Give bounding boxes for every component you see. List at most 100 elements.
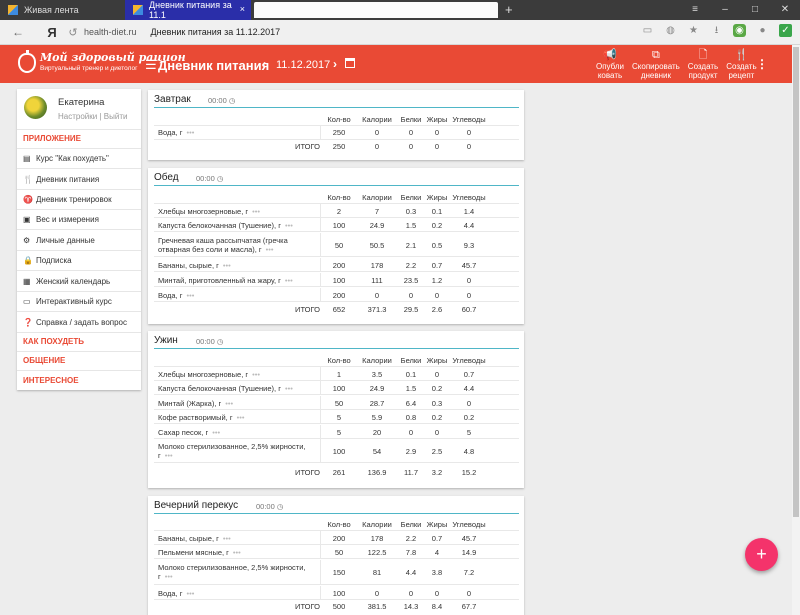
create-recipe-button[interactable]: 🍴 Создать рецепт — [726, 49, 756, 80]
calendar-icon[interactable] — [345, 58, 355, 68]
food-name[interactable]: Вода, г ••• — [158, 128, 318, 137]
cell-qty[interactable]: 200 — [322, 291, 356, 300]
cell-qty[interactable]: 100 — [322, 221, 356, 230]
sidebar-item-weight[interactable]: ▣ Вес и измерения — [23, 215, 99, 224]
sidebar-item-help[interactable]: ❓ Справка / задать вопрос — [23, 318, 127, 327]
food-name[interactable]: Капуста белокочанная (Тушение), г ••• — [158, 384, 318, 393]
page-scrollbar[interactable] — [792, 45, 800, 615]
table-row[interactable]: Сахар песок, г ••• 5 20 0 0 5 — [154, 425, 519, 439]
section-communication[interactable]: ОБЩЕНИЕ — [23, 356, 65, 365]
table-row[interactable]: Пельмени мясные, г ••• 50 122.5 7.8 4 14.9 — [154, 545, 519, 559]
food-name[interactable]: Молоко стерилизованное, 2,5% жирности, г… — [158, 442, 318, 460]
table-row[interactable]: Капуста белокочанная (Тушение), г ••• 100 2… — [154, 218, 519, 232]
extension-avatar-icon[interactable]: ● — [756, 24, 769, 37]
more-dots-icon[interactable]: ••• — [186, 291, 194, 300]
more-dots-icon[interactable]: ••• — [285, 276, 293, 285]
table-row[interactable]: Молоко стерилизованное, 2,5% жирности, г… — [154, 560, 519, 585]
reader-icon[interactable]: ▭ — [641, 24, 654, 37]
add-fab-button[interactable]: + — [745, 538, 778, 571]
cell-qty[interactable]: 50 — [322, 241, 356, 250]
more-dots-icon[interactable]: ••• — [165, 572, 173, 581]
food-name[interactable]: Минтай, приготовленный на жару, г ••• — [158, 276, 318, 285]
bookmark-star-icon[interactable]: ★ — [687, 24, 700, 37]
meal-title[interactable]: Завтрак — [154, 94, 191, 105]
sidebar-item-personal-data[interactable]: ⚙ Личные данные — [23, 236, 95, 245]
sidebar-item-calendar[interactable]: ▦ Женский календарь — [23, 277, 110, 286]
table-row[interactable]: Вода, г ••• 250 0 0 0 0 — [154, 125, 519, 140]
table-row[interactable]: Вода, г ••• 200 0 0 0 0 — [154, 288, 519, 302]
yandex-logo-icon[interactable]: Я — [40, 25, 64, 40]
table-row[interactable]: Гречневая каша рассыпчатая (гречка отварн… — [154, 233, 519, 257]
food-name[interactable]: Сахар песок, г ••• — [158, 428, 318, 437]
cell-qty[interactable]: 150 — [322, 568, 356, 577]
meal-time[interactable]: 00:00 ◷ — [208, 96, 235, 105]
section-lose-weight[interactable]: КАК ПОХУДЕТЬ — [23, 337, 84, 346]
sidebar-item-course[interactable]: ▤ Курс "Как похудеть" — [23, 154, 109, 163]
more-dots-icon[interactable]: ••• — [212, 428, 220, 437]
table-row[interactable]: Вода, г ••• 100 0 0 0 0 — [154, 586, 519, 600]
cell-qty[interactable]: 100 — [322, 447, 356, 456]
more-dots-icon[interactable]: ••• — [225, 399, 233, 408]
cell-qty[interactable]: 1 — [322, 370, 356, 379]
cell-qty[interactable]: 250 — [322, 128, 356, 137]
download-icon[interactable]: ⭳ — [710, 24, 723, 37]
food-name[interactable]: Пельмени мясные, г ••• — [158, 548, 318, 557]
meal-title[interactable]: Ужин — [154, 335, 178, 346]
cell-qty[interactable]: 100 — [322, 276, 356, 285]
more-dots-icon[interactable]: ••• — [237, 413, 245, 422]
meal-time[interactable]: 00:00 ◷ — [196, 174, 223, 183]
meal-time[interactable]: 00:00 ◷ — [196, 337, 223, 346]
extension-icon[interactable]: ◉ — [733, 24, 746, 37]
menu-icon[interactable]: ≡ — [680, 0, 710, 20]
more-vertical-icon[interactable]: ⋮ — [756, 57, 768, 71]
cell-qty[interactable]: 5 — [322, 428, 356, 437]
close-tab-icon[interactable]: × — [240, 4, 245, 14]
previous-day-icon[interactable]: ‹ — [262, 57, 266, 71]
more-dots-icon[interactable]: ••• — [285, 384, 293, 393]
sidebar-item-food-diary[interactable]: 🍴 Дневник питания — [23, 175, 99, 184]
more-dots-icon[interactable]: ••• — [186, 128, 194, 137]
meal-time[interactable]: 00:00 ◷ — [256, 502, 283, 511]
food-name[interactable]: Вода, г ••• — [158, 291, 318, 300]
cell-qty[interactable]: 50 — [322, 548, 356, 557]
food-name[interactable]: Бананы, сырые, г ••• — [158, 534, 318, 543]
table-row[interactable]: Минтай (Жарка), г ••• 50 28.7 6.4 0.3 0 — [154, 396, 519, 410]
maximize-icon[interactable]: □ — [740, 0, 770, 20]
food-name[interactable]: Капуста белокочанная (Тушение), г ••• — [158, 221, 318, 230]
food-name[interactable]: Кофе растворимый, г ••• — [158, 413, 318, 422]
shield-icon[interactable]: ✓ — [779, 24, 792, 37]
table-row[interactable]: Капуста белокочанная (Тушение), г ••• 100 2… — [154, 381, 519, 395]
browser-tab-empty[interactable] — [254, 2, 498, 18]
sidebar-item-subscription[interactable]: 🔒 Подписка — [23, 256, 72, 265]
cell-qty[interactable]: 100 — [322, 384, 356, 393]
sidebar-item-interactive-course[interactable]: ▭ Интерактивный курс — [23, 297, 112, 306]
meal-title[interactable]: Обед — [154, 172, 179, 183]
cell-qty[interactable]: 50 — [322, 399, 356, 408]
table-row[interactable]: Хлебцы многозерновые, г ••• 1 3.5 0.1 0 0.7 — [154, 367, 519, 381]
food-name[interactable]: Вода, г ••• — [158, 589, 318, 598]
copy-diary-button[interactable]: ⧉ Скопировать дневник — [632, 49, 680, 80]
more-dots-icon[interactable]: ••• — [165, 451, 173, 460]
minimize-icon[interactable]: – — [710, 0, 740, 20]
more-dots-icon[interactable]: ••• — [223, 261, 231, 270]
table-row[interactable]: Минтай, приготовленный на жару, г ••• 100 1… — [154, 273, 519, 287]
scrollbar-thumb[interactable] — [793, 47, 799, 517]
create-product-button[interactable]: 🗋 Создать продукт — [688, 49, 718, 80]
more-dots-icon[interactable]: ••• — [186, 589, 194, 598]
more-dots-icon[interactable]: ••• — [285, 221, 293, 230]
more-dots-icon[interactable]: ••• — [252, 370, 260, 379]
browser-tab-diary[interactable]: Дневник питания за 11.1 × — [125, 0, 251, 20]
hamburger-menu-icon[interactable]: ☰ — [145, 57, 157, 73]
cell-qty[interactable]: 100 — [322, 589, 356, 598]
table-row[interactable]: Хлебцы многозерновые, г ••• 2 7 0.3 0.1 1.4 — [154, 204, 519, 218]
browser-tab-live[interactable]: Живая лента — [0, 0, 125, 20]
section-interesting[interactable]: ИНТЕРЕСНОЕ — [23, 376, 79, 385]
food-name[interactable]: Хлебцы многозерновые, г ••• — [158, 207, 318, 216]
cell-qty[interactable]: 200 — [322, 534, 356, 543]
next-day-icon[interactable]: › — [333, 57, 337, 71]
cell-qty[interactable]: 2 — [322, 207, 356, 216]
logout-link[interactable]: Выйти — [104, 112, 128, 121]
food-name[interactable]: Бананы, сырые, г ••• — [158, 261, 318, 270]
back-arrow-icon[interactable]: ← — [6, 25, 30, 39]
close-window-icon[interactable]: ✕ — [770, 0, 800, 20]
